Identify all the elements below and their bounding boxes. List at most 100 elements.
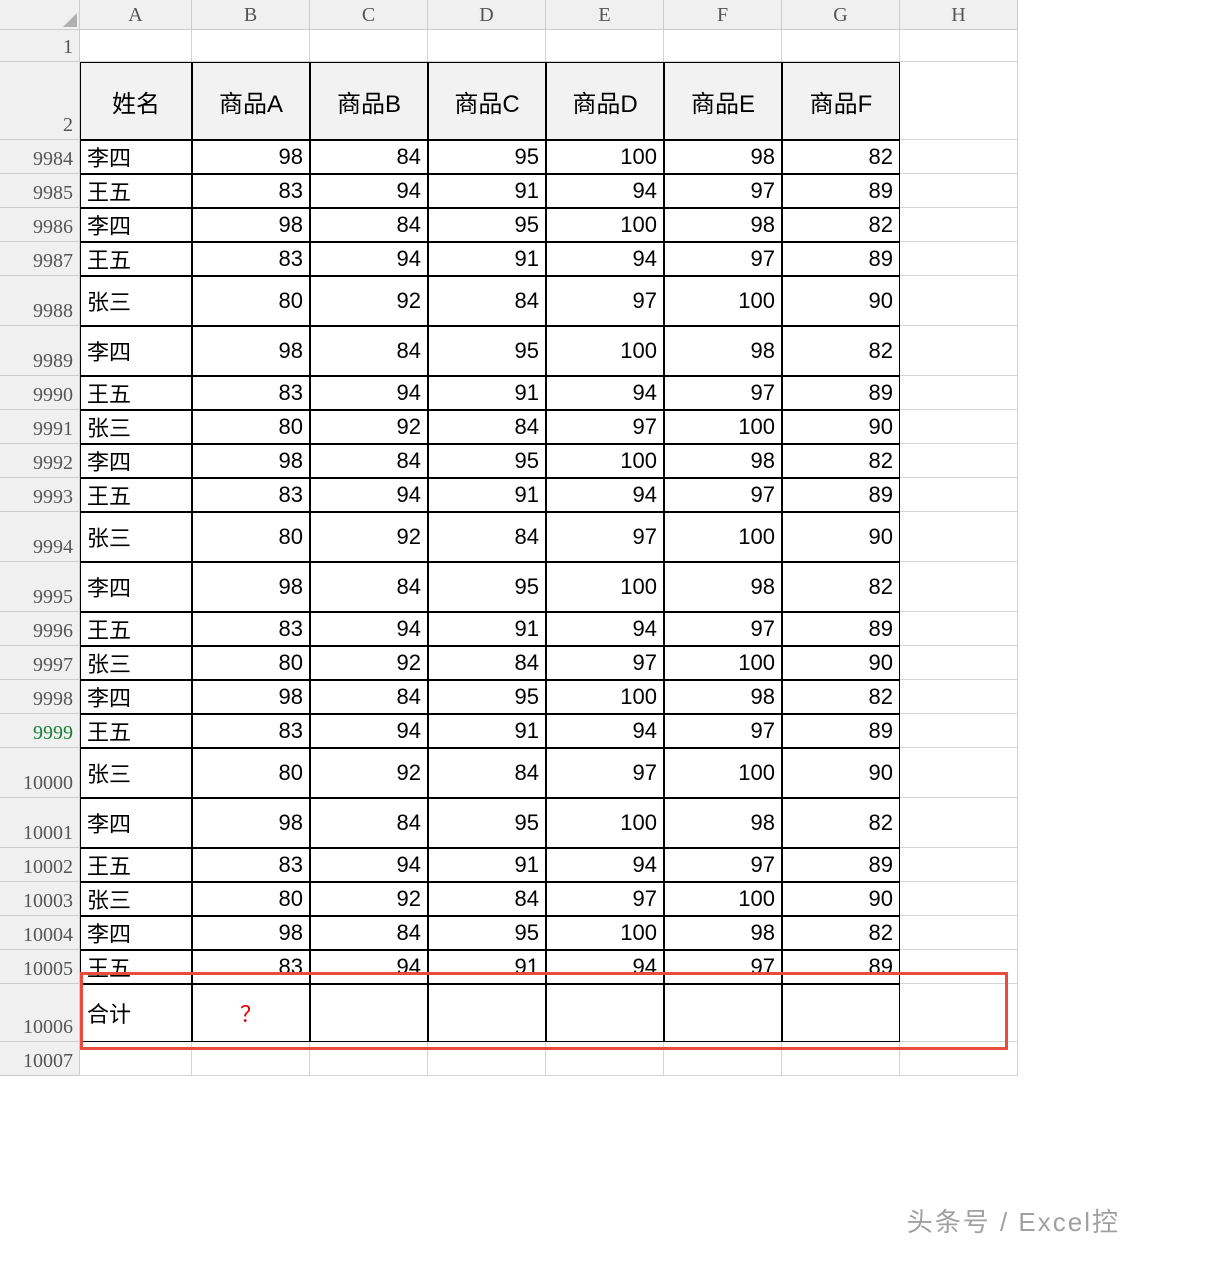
cell-data-9995-4[interactable]: 98 xyxy=(664,562,782,612)
cell-data-9995-1[interactable]: 84 xyxy=(310,562,428,612)
cell-data-9990-5[interactable]: 89 xyxy=(782,376,900,410)
cell-data-10003-2[interactable]: 84 xyxy=(428,882,546,916)
cell-data-9992-5[interactable]: 82 xyxy=(782,444,900,478)
row-header-9988[interactable]: 9988 xyxy=(0,276,80,326)
row-header-10000[interactable]: 10000 xyxy=(0,748,80,798)
cell-data-10004-3[interactable]: 100 xyxy=(546,916,664,950)
cell-data-9999-2[interactable]: 91 xyxy=(428,714,546,748)
cell-data-10000-2[interactable]: 84 xyxy=(428,748,546,798)
cell-data-9990-2[interactable]: 91 xyxy=(428,376,546,410)
cell-empty[interactable] xyxy=(900,174,1018,208)
cell-data-9998-4[interactable]: 98 xyxy=(664,680,782,714)
cell-data-9989-2[interactable]: 95 xyxy=(428,326,546,376)
cell-name-9998[interactable]: 李四 xyxy=(80,680,192,714)
cell-empty[interactable] xyxy=(80,30,192,62)
cell-empty[interactable] xyxy=(428,1042,546,1076)
cell-empty[interactable] xyxy=(782,30,900,62)
column-header-B[interactable]: B xyxy=(192,0,310,30)
cell-data-9992-3[interactable]: 100 xyxy=(546,444,664,478)
cell-empty[interactable] xyxy=(900,410,1018,444)
cell-data-9989-3[interactable]: 100 xyxy=(546,326,664,376)
cell-data-9985-5[interactable]: 89 xyxy=(782,174,900,208)
row-header-9985[interactable]: 9985 xyxy=(0,174,80,208)
cell-empty[interactable] xyxy=(900,562,1018,612)
cell-data-9989-4[interactable]: 98 xyxy=(664,326,782,376)
row-header-9999[interactable]: 9999 xyxy=(0,714,80,748)
cell-data-9999-3[interactable]: 94 xyxy=(546,714,664,748)
cell-data-9997-1[interactable]: 92 xyxy=(310,646,428,680)
cell-data-9997-5[interactable]: 90 xyxy=(782,646,900,680)
cell-data-10004-4[interactable]: 98 xyxy=(664,916,782,950)
cell-name-9986[interactable]: 李四 xyxy=(80,208,192,242)
cell-data-9998-5[interactable]: 82 xyxy=(782,680,900,714)
cell-data-9991-1[interactable]: 92 xyxy=(310,410,428,444)
cell-data-10004-2[interactable]: 95 xyxy=(428,916,546,950)
cell-data-9986-4[interactable]: 98 xyxy=(664,208,782,242)
cell-empty[interactable] xyxy=(900,748,1018,798)
cell-data-10004-0[interactable]: 98 xyxy=(192,916,310,950)
cell-empty[interactable] xyxy=(900,30,1018,62)
cell-name-9985[interactable]: 王五 xyxy=(80,174,192,208)
cell-total-mark[interactable]: ？ xyxy=(192,984,310,1042)
row-header-9984[interactable]: 9984 xyxy=(0,140,80,174)
cell-data-9985-2[interactable]: 91 xyxy=(428,174,546,208)
row-header-1[interactable]: 1 xyxy=(0,30,80,62)
row-header-9998[interactable]: 9998 xyxy=(0,680,80,714)
cell-data-10003-4[interactable]: 100 xyxy=(664,882,782,916)
cell-data-9984-4[interactable]: 98 xyxy=(664,140,782,174)
cell-data-9984-0[interactable]: 98 xyxy=(192,140,310,174)
row-header-10003[interactable]: 10003 xyxy=(0,882,80,916)
cell-data-9987-5[interactable]: 89 xyxy=(782,242,900,276)
column-header-C[interactable]: C xyxy=(310,0,428,30)
row-header-10007[interactable]: 10007 xyxy=(0,1042,80,1076)
cell-data-9988-5[interactable]: 90 xyxy=(782,276,900,326)
cell-data-9999-5[interactable]: 89 xyxy=(782,714,900,748)
cell-data-9988-4[interactable]: 100 xyxy=(664,276,782,326)
cell-data-9999-1[interactable]: 94 xyxy=(310,714,428,748)
cell-data-9991-5[interactable]: 90 xyxy=(782,410,900,444)
table-header-5[interactable]: 商品E xyxy=(664,62,782,140)
cell-data-9992-1[interactable]: 84 xyxy=(310,444,428,478)
cell-name-9999[interactable]: 王五 xyxy=(80,714,192,748)
cell-data-9985-4[interactable]: 97 xyxy=(664,174,782,208)
cell-data-10001-5[interactable]: 82 xyxy=(782,798,900,848)
select-all-corner[interactable] xyxy=(0,0,80,30)
cell-data-10002-4[interactable]: 97 xyxy=(664,848,782,882)
cell-empty[interactable] xyxy=(900,798,1018,848)
cell-name-9995[interactable]: 李四 xyxy=(80,562,192,612)
cell-data-9997-0[interactable]: 80 xyxy=(192,646,310,680)
row-header-9987[interactable]: 9987 xyxy=(0,242,80,276)
cell-empty[interactable] xyxy=(900,916,1018,950)
cell-data-9993-2[interactable]: 91 xyxy=(428,478,546,512)
cell-data-9994-2[interactable]: 84 xyxy=(428,512,546,562)
cell-empty[interactable] xyxy=(900,646,1018,680)
cell-data-10001-4[interactable]: 98 xyxy=(664,798,782,848)
cell-data-10004-5[interactable]: 82 xyxy=(782,916,900,950)
cell-data-9998-3[interactable]: 100 xyxy=(546,680,664,714)
cell-empty[interactable] xyxy=(900,612,1018,646)
cell-data-9988-1[interactable]: 92 xyxy=(310,276,428,326)
cell-data-10002-5[interactable]: 89 xyxy=(782,848,900,882)
column-header-A[interactable]: A xyxy=(80,0,192,30)
cell-data-9986-3[interactable]: 100 xyxy=(546,208,664,242)
cell-data-9996-3[interactable]: 94 xyxy=(546,612,664,646)
cell-data-9994-5[interactable]: 90 xyxy=(782,512,900,562)
cell-name-9996[interactable]: 王五 xyxy=(80,612,192,646)
cell-empty[interactable] xyxy=(310,30,428,62)
cell-data-9989-0[interactable]: 98 xyxy=(192,326,310,376)
cell-empty[interactable] xyxy=(80,1042,192,1076)
cell-total-empty-2[interactable] xyxy=(546,984,664,1042)
cell-data-10003-0[interactable]: 80 xyxy=(192,882,310,916)
cell-name-10003[interactable]: 张三 xyxy=(80,882,192,916)
row-header-9992[interactable]: 9992 xyxy=(0,444,80,478)
cell-data-9998-2[interactable]: 95 xyxy=(428,680,546,714)
cell-data-9995-5[interactable]: 82 xyxy=(782,562,900,612)
cell-name-10000[interactable]: 张三 xyxy=(80,748,192,798)
cell-name-9990[interactable]: 王五 xyxy=(80,376,192,410)
cell-data-9990-4[interactable]: 97 xyxy=(664,376,782,410)
cell-data-9998-0[interactable]: 98 xyxy=(192,680,310,714)
cell-data-10004-1[interactable]: 84 xyxy=(310,916,428,950)
table-header-4[interactable]: 商品D xyxy=(546,62,664,140)
column-header-E[interactable]: E xyxy=(546,0,664,30)
cell-data-9988-0[interactable]: 80 xyxy=(192,276,310,326)
